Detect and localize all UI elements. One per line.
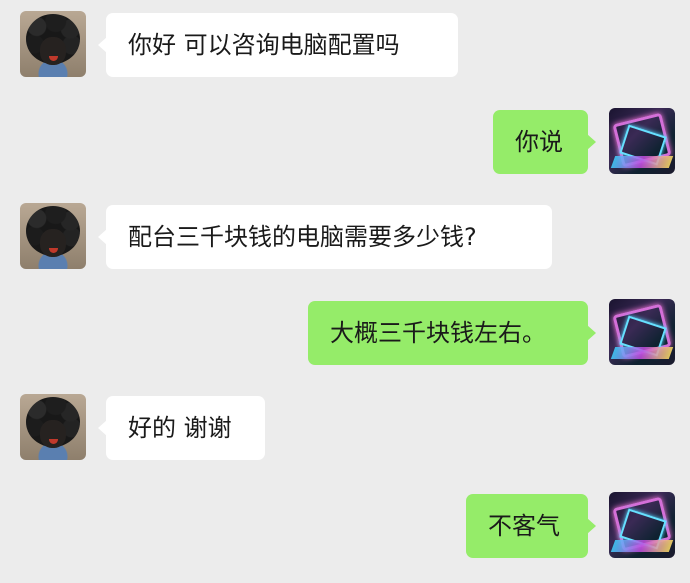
contact-avatar[interactable] — [20, 11, 86, 77]
outgoing-message-row: 大概三千块钱左右。 — [0, 297, 690, 367]
self-avatar[interactable] — [609, 108, 675, 174]
contact-avatar[interactable] — [20, 394, 86, 460]
avatar-neon-stripe — [610, 347, 674, 359]
incoming-message-row: 配台三千块钱的电脑需要多少钱? — [0, 201, 690, 271]
chat-message-list[interactable]: 你好 可以咨询电脑配置吗 你说 配台三千块钱的电脑需要多少钱? 大概三千块钱左右… — [0, 0, 690, 583]
incoming-message-bubble[interactable]: 好的 谢谢 — [98, 396, 265, 460]
avatar-neon-stripe — [610, 540, 674, 552]
outgoing-message-bubble[interactable]: 不客气 — [466, 494, 596, 558]
self-avatar[interactable] — [609, 299, 675, 365]
incoming-message-bubble[interactable]: 你好 可以咨询电脑配置吗 — [98, 13, 458, 77]
outgoing-message-bubble[interactable]: 你说 — [493, 110, 596, 174]
incoming-message-row: 你好 可以咨询电脑配置吗 — [0, 9, 690, 79]
outgoing-message-row: 你说 — [0, 106, 690, 176]
outgoing-message-row: 不客气 — [0, 490, 690, 560]
incoming-message-bubble[interactable]: 配台三千块钱的电脑需要多少钱? — [98, 205, 552, 269]
contact-avatar[interactable] — [20, 203, 86, 269]
incoming-message-row: 好的 谢谢 — [0, 392, 690, 462]
outgoing-message-bubble[interactable]: 大概三千块钱左右。 — [308, 301, 596, 365]
self-avatar[interactable] — [609, 492, 675, 558]
avatar-neon-stripe — [610, 156, 674, 168]
